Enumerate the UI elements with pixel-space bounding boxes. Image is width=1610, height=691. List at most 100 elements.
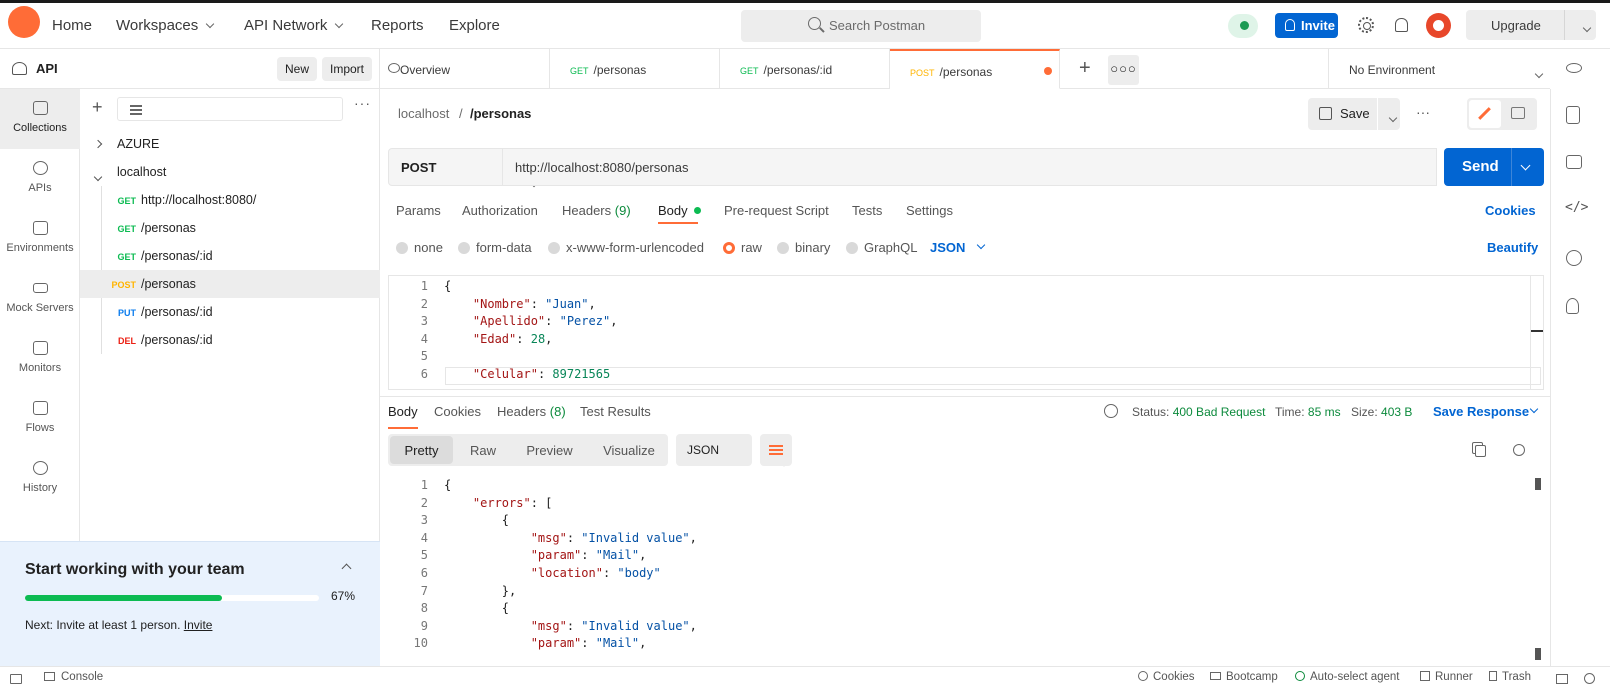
tabs-more-icon[interactable]: ○○○ xyxy=(1108,55,1139,85)
lightbulb-icon[interactable] xyxy=(1566,298,1579,314)
tab-authorization[interactable]: Authorization xyxy=(462,203,538,218)
tab-get-personas[interactable]: GET/personas xyxy=(550,49,720,89)
upgrade-button[interactable]: Upgrade xyxy=(1466,10,1596,40)
response-format-select[interactable]: JSON xyxy=(676,434,789,467)
toggle-sidebar-icon[interactable] xyxy=(10,674,22,684)
request-item[interactable]: GET http://localhost:8080/ xyxy=(80,186,380,214)
tab-settings[interactable]: Settings xyxy=(906,203,953,218)
view-preview[interactable]: Preview xyxy=(512,434,587,466)
rail-environments[interactable]: Environments xyxy=(0,209,80,269)
footer-cookies-button[interactable]: Cookies xyxy=(1138,671,1195,683)
request-item[interactable]: PUT/personas/:id xyxy=(80,298,380,326)
view-pretty[interactable]: Pretty xyxy=(390,436,453,464)
request-more-icon[interactable]: ··· xyxy=(1416,104,1430,120)
tab-post-personas[interactable]: POST/personas xyxy=(890,49,1060,89)
new-tab-plus-icon[interactable]: + xyxy=(1079,57,1091,80)
editor-scrollbar-thumb[interactable] xyxy=(1531,330,1543,332)
invite-button[interactable]: Invite xyxy=(1275,13,1338,38)
globe-icon[interactable] xyxy=(1104,404,1118,418)
request-item[interactable]: GET/personas xyxy=(80,214,380,242)
response-scrollbar-thumb-top[interactable] xyxy=(1535,478,1541,490)
cookies-link[interactable]: Cookies xyxy=(1485,203,1536,218)
nav-explore[interactable]: Explore xyxy=(449,17,500,34)
send-button[interactable]: Send xyxy=(1444,148,1544,186)
nav-workspaces[interactable]: Workspaces xyxy=(116,17,215,34)
tab-params[interactable]: Params xyxy=(396,203,441,218)
nav-api-network[interactable]: API Network xyxy=(244,17,344,34)
postman-logo-icon[interactable] xyxy=(8,6,40,38)
response-tab-test-results[interactable]: Test Results xyxy=(580,404,651,419)
comments-panel-icon[interactable] xyxy=(1566,155,1582,169)
new-button[interactable]: New xyxy=(277,57,318,81)
runner-button[interactable]: Runner xyxy=(1420,671,1473,683)
tab-overview[interactable]: Overview xyxy=(380,49,550,89)
breadcrumb-parent[interactable]: localhost xyxy=(398,106,449,121)
tab-tests[interactable]: Tests xyxy=(852,203,882,218)
view-visualize[interactable]: Visualize xyxy=(590,434,668,466)
http-method-select[interactable]: POST xyxy=(388,148,539,188)
info-icon[interactable] xyxy=(1566,250,1582,266)
two-pane-layout-icon[interactable] xyxy=(1556,674,1568,684)
save-response-button[interactable]: Save Response xyxy=(1433,404,1539,419)
documentation-icon[interactable] xyxy=(1566,106,1580,124)
edit-mode-button[interactable] xyxy=(1469,100,1501,128)
response-tab-body[interactable]: Body xyxy=(388,404,418,429)
radio-none[interactable]: none xyxy=(396,240,443,255)
body-format-select[interactable]: JSON xyxy=(930,240,986,255)
nav-home[interactable]: Home xyxy=(52,17,92,34)
notifications-bell-icon[interactable] xyxy=(1395,18,1408,32)
save-options-chevron-icon[interactable] xyxy=(1388,113,1398,123)
collapse-chevron-icon[interactable] xyxy=(341,563,352,574)
import-button[interactable]: Import xyxy=(322,57,373,81)
nav-reports[interactable]: Reports xyxy=(371,17,424,34)
request-item[interactable]: DEL/personas/:id xyxy=(80,326,380,354)
help-icon[interactable] xyxy=(1584,673,1595,684)
add-collection-plus-icon[interactable]: + xyxy=(92,97,103,118)
save-button[interactable]: Save xyxy=(1308,98,1400,130)
bootcamp-button[interactable]: Bootcamp xyxy=(1210,671,1278,683)
console-button[interactable]: Console xyxy=(44,671,103,683)
settings-gear-icon[interactable] xyxy=(1358,17,1374,33)
radio-raw[interactable]: raw xyxy=(723,240,762,255)
collection-azure[interactable]: AZURE xyxy=(80,130,380,158)
tab-get-personas-id[interactable]: GET/personas/:id xyxy=(720,49,890,89)
response-scrollbar-thumb-bottom[interactable] xyxy=(1535,648,1541,660)
radio-graphql[interactable]: GraphQL xyxy=(846,240,917,255)
filter-input[interactable] xyxy=(117,97,343,121)
collection-localhost[interactable]: localhost xyxy=(80,158,380,186)
radio-binary[interactable]: binary xyxy=(777,240,830,255)
rail-apis[interactable]: APIs xyxy=(0,149,80,209)
search-input[interactable]: Search Postman xyxy=(741,10,981,42)
invite-link[interactable]: Invite xyxy=(184,618,213,632)
request-item[interactable]: GET/personas/:id xyxy=(80,242,380,270)
wrap-lines-button[interactable] xyxy=(760,434,792,466)
rail-mock-servers[interactable]: Mock Servers xyxy=(0,269,80,329)
rail-monitors[interactable]: Monitors xyxy=(0,329,80,389)
tab-headers[interactable]: Headers (9) xyxy=(562,203,631,218)
response-tab-cookies[interactable]: Cookies xyxy=(434,404,481,419)
rail-history[interactable]: History xyxy=(0,449,80,509)
tab-body[interactable]: Body xyxy=(658,203,701,218)
response-tab-headers[interactable]: Headers (8) xyxy=(497,404,566,419)
tab-pre-request-script[interactable]: Pre-request Script xyxy=(724,203,829,218)
beautify-link[interactable]: Beautify xyxy=(1487,240,1538,255)
rail-flows[interactable]: Flows xyxy=(0,389,80,449)
search-response-icon[interactable] xyxy=(1513,444,1525,456)
user-avatar[interactable] xyxy=(1426,13,1451,38)
code-snippet-icon[interactable]: </> xyxy=(1565,200,1588,215)
url-input[interactable]: http://localhost:8080/personas xyxy=(503,148,1437,186)
environment-quick-look-eye-icon[interactable] xyxy=(1566,63,1582,73)
sync-status-icon[interactable] xyxy=(1228,14,1258,38)
radio-x-www-form-urlencoded[interactable]: x-www-form-urlencoded xyxy=(548,240,704,255)
environment-selector[interactable]: No Environment xyxy=(1328,49,1550,89)
request-item-selected[interactable]: POST/personas xyxy=(80,270,380,298)
radio-form-data[interactable]: form-data xyxy=(458,240,532,255)
cookie-icon xyxy=(1138,671,1148,681)
auto-select-agent-button[interactable]: Auto-select agent xyxy=(1295,671,1400,683)
comments-icon[interactable] xyxy=(1511,107,1525,119)
copy-icon[interactable] xyxy=(1475,445,1486,457)
more-options-icon[interactable]: ··· xyxy=(354,95,371,111)
view-raw[interactable]: Raw xyxy=(456,434,510,466)
trash-button[interactable]: Trash xyxy=(1489,671,1531,683)
rail-collections[interactable]: Collections xyxy=(0,89,80,149)
